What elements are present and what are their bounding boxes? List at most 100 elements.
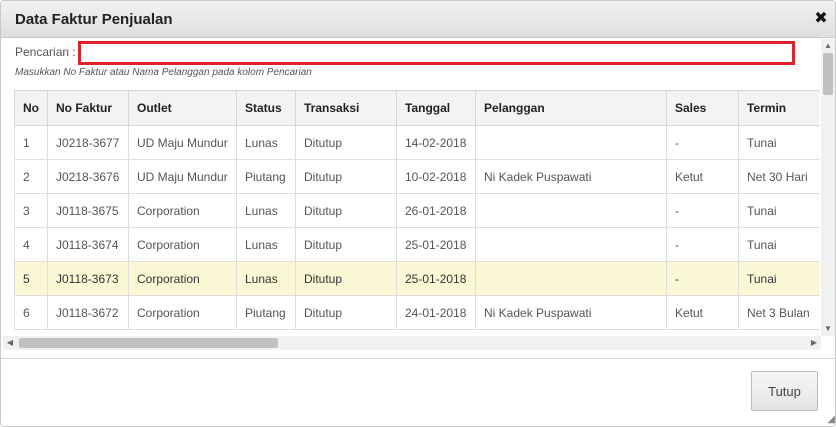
scroll-right-icon[interactable]: ▶ — [807, 336, 821, 350]
table-cell — [475, 193, 667, 228]
vertical-scroll-thumb[interactable] — [823, 53, 833, 95]
table-cell: Ni Kadek Puspawati — [475, 159, 667, 194]
table-cell: Piutang — [236, 159, 296, 194]
table-cell: 1 — [14, 125, 48, 160]
table-cell — [14, 329, 48, 330]
table-row[interactable]: 3 J0118-3675 Corporation Lunas Ditutup 26-01-… — [14, 193, 820, 228]
table-cell: - — [666, 125, 739, 160]
table-cell — [396, 329, 476, 330]
close-icon[interactable]: ✖ — [813, 10, 829, 28]
column-header[interactable]: Outlet — [128, 90, 237, 126]
table-cell: J0118-3672 — [47, 295, 129, 330]
column-header[interactable]: Transaksi — [295, 90, 397, 126]
resize-grip-icon[interactable]: ◢ — [823, 414, 835, 426]
table-cell: Ditutup — [295, 295, 397, 330]
table-cell: UD Maju Mundur — [128, 159, 237, 194]
table-cell: Tunai — [738, 227, 820, 262]
table-cell: 6 — [14, 295, 48, 330]
table-cell — [666, 329, 739, 330]
column-header[interactable]: Status — [236, 90, 296, 126]
scroll-down-icon[interactable]: ▼ — [821, 322, 835, 336]
column-header[interactable]: Sales — [666, 90, 739, 126]
table-cell: Lunas — [236, 227, 296, 262]
table-row[interactable]: 6 J0118-3672 Corporation Piutang Ditutup 24-0… — [14, 295, 820, 330]
table-cell: Lunas — [236, 125, 296, 160]
table-cell: UD Maju Mundur — [128, 125, 237, 160]
tutup-button[interactable]: Tutup — [751, 371, 818, 411]
dialog-content: Pencarian : Masukkan No Faktur atau Nama… — [1, 39, 835, 358]
table-cell: Corporation — [128, 295, 237, 330]
table-cell: Corporation — [128, 261, 237, 296]
column-header[interactable]: Tanggal — [396, 90, 476, 126]
table-cell: 4 — [14, 227, 48, 262]
table-cell — [295, 329, 397, 330]
table-cell — [738, 329, 820, 330]
table-cell: Tunai — [738, 193, 820, 228]
table-cell: 14-02-2018 — [396, 125, 476, 160]
table-cell — [47, 329, 129, 330]
dialog-title: Data Faktur Penjualan — [15, 11, 173, 28]
search-input[interactable] — [78, 41, 795, 65]
table-row[interactable]: 4 J0118-3674 Corporation Lunas Ditutup 25-01-… — [14, 227, 820, 262]
table-cell: 25-01-2018 — [396, 227, 476, 262]
table-row[interactable]: 1 J0218-3677 UD Maju Mundur Lunas Ditutup 14-… — [14, 125, 820, 160]
table-cell: Lunas — [236, 261, 296, 296]
table-row[interactable]: 2 J0218-3676 UD Maju Mundur Piutang Ditutup 1… — [14, 159, 820, 194]
vertical-scrollbar[interactable]: ▲ ▼ — [821, 39, 835, 336]
table-cell: 26-01-2018 — [396, 193, 476, 228]
table-cell: Corporation — [128, 227, 237, 262]
table-cell: 10-02-2018 — [396, 159, 476, 194]
column-header[interactable]: Pelanggan — [475, 90, 667, 126]
scroll-left-icon[interactable]: ◀ — [3, 336, 17, 350]
table-cell: 24-01-2018 — [396, 295, 476, 330]
table-cell: Net 3 Bulan — [738, 295, 820, 330]
search-hint: Masukkan No Faktur atau Nama Pelanggan p… — [15, 67, 312, 78]
table-cell — [475, 125, 667, 160]
table-cell: - — [666, 227, 739, 262]
column-header[interactable]: No — [14, 90, 48, 126]
table-cell: Ditutup — [295, 193, 397, 228]
table-cell: 5 — [14, 261, 48, 296]
table-header-row: No No Faktur Outlet Status Transaksi Tanggal P… — [14, 90, 820, 126]
table-cell — [475, 329, 667, 330]
table-cell: - — [666, 193, 739, 228]
table-cell: Ketut — [666, 159, 739, 194]
table-cell: Net 30 Hari — [738, 159, 820, 194]
horizontal-scroll-thumb[interactable] — [19, 338, 278, 348]
table-row[interactable] — [14, 329, 820, 330]
table-cell: Ditutup — [295, 227, 397, 262]
table-row[interactable]: 5 J0118-3673 Corporation Lunas Ditutup 25-01-… — [14, 261, 820, 296]
table-cell — [475, 261, 667, 296]
table-cell: Tunai — [738, 125, 820, 160]
table-cell — [128, 329, 237, 330]
table-cell: Ditutup — [295, 261, 397, 296]
column-header[interactable]: Termin — [738, 90, 820, 126]
table-cell: Piutang — [236, 295, 296, 330]
table-cell — [475, 227, 667, 262]
table-cell: Ni Kadek Puspawati — [475, 295, 667, 330]
table-cell: J0118-3675 — [47, 193, 129, 228]
table-cell: 25-01-2018 — [396, 261, 476, 296]
faktur-table-container: No No Faktur Outlet Status Transaksi Tanggal P… — [14, 90, 820, 330]
table-cell — [236, 329, 296, 330]
table-cell: J0218-3676 — [47, 159, 129, 194]
table-cell: J0118-3674 — [47, 227, 129, 262]
column-header[interactable]: No Faktur — [47, 90, 129, 126]
table-cell: Ditutup — [295, 159, 397, 194]
faktur-table: No No Faktur Outlet Status Transaksi Tanggal P… — [14, 90, 820, 330]
table-body: 1 J0218-3677 UD Maju Mundur Lunas Ditutup 14-… — [14, 125, 820, 330]
table-cell: Ketut — [666, 295, 739, 330]
table-cell: J0218-3677 — [47, 125, 129, 160]
table-cell: - — [666, 261, 739, 296]
search-label: Pencarian : — [15, 45, 76, 59]
table-cell: Corporation — [128, 193, 237, 228]
horizontal-scrollbar[interactable]: ◀ ▶ — [3, 336, 821, 350]
table-cell: J0118-3673 — [47, 261, 129, 296]
faktur-dialog: Data Faktur Penjualan ✖ Pencarian : Masu… — [0, 0, 836, 427]
table-cell: Ditutup — [295, 125, 397, 160]
table-cell: Lunas — [236, 193, 296, 228]
dialog-titlebar[interactable]: Data Faktur Penjualan ✖ — [1, 1, 835, 38]
table-cell: Tunai — [738, 261, 820, 296]
scroll-up-icon[interactable]: ▲ — [821, 39, 835, 53]
dialog-footer: Tutup ◢ — [1, 358, 835, 426]
